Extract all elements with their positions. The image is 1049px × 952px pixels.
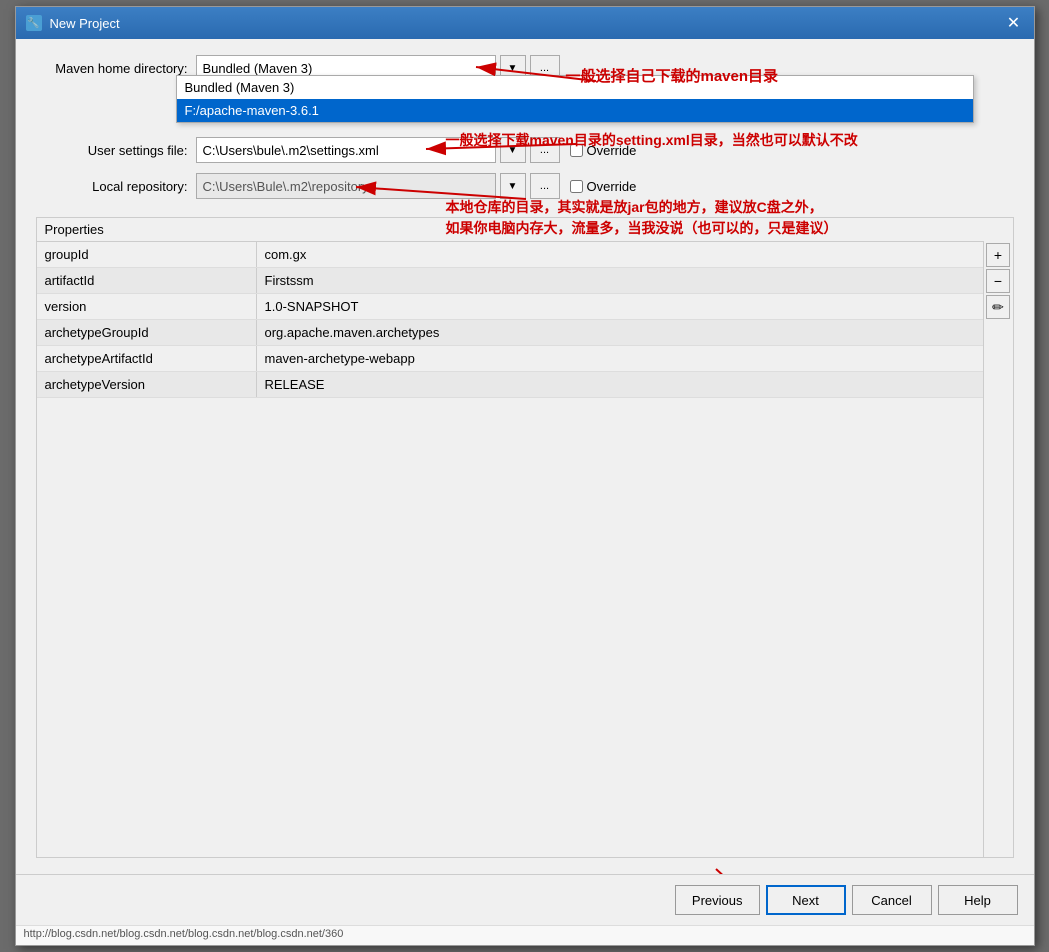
dropdown-item-apache[interactable]: F:/apache-maven-3.6.1 (177, 99, 973, 122)
user-settings-override-checkbox[interactable] (570, 144, 583, 157)
prop-key-archetypeartifactid: archetypeArtifactId (37, 346, 257, 371)
add-property-button[interactable]: + (986, 243, 1010, 267)
prop-key-archetypegroupid: archetypeGroupId (37, 320, 257, 345)
table-row: archetypeArtifactId maven-archetype-weba… (37, 346, 983, 372)
local-repo-input-group: ▼ ... Override (196, 173, 1014, 199)
previous-button[interactable]: Previous (675, 885, 760, 915)
user-settings-override: Override (570, 143, 637, 158)
prop-value-version: 1.0-SNAPSHOT (257, 294, 983, 319)
new-project-dialog: 🔧 New Project ✕ 一般选择自己下载的maven目录 (15, 6, 1035, 946)
next-button[interactable]: Next (766, 885, 846, 915)
local-repo-label: Local repository: (36, 179, 196, 194)
properties-label: Properties (37, 218, 1013, 241)
user-settings-override-label: Override (587, 143, 637, 158)
dialog-body: 一般选择自己下载的maven目录 Maven home directory: ▼… (16, 39, 1034, 874)
maven-home-label: Maven home directory: (36, 61, 196, 76)
local-repo-dropdown-btn[interactable]: ▼ (500, 173, 526, 199)
dialog-title: New Project (50, 16, 120, 31)
close-button[interactable]: ✕ (1004, 13, 1024, 33)
title-bar-left: 🔧 New Project (26, 15, 120, 31)
cancel-button[interactable]: Cancel (852, 885, 932, 915)
props-toolbar: + − ✏ (983, 241, 1013, 857)
cancel-label: Cancel (871, 893, 911, 908)
user-settings-input-group: ▼ ... Override (196, 137, 1014, 163)
dialog-footer: Previous Next Cancel Help (16, 874, 1034, 925)
properties-section: Properties groupId com.gx artifactId Fir… (36, 217, 1014, 858)
prop-value-groupid: com.gx (257, 242, 983, 267)
app-icon: 🔧 (26, 15, 42, 31)
help-button[interactable]: Help (938, 885, 1018, 915)
prop-key-artifactid: artifactId (37, 268, 257, 293)
user-settings-browse-btn[interactable]: ... (530, 137, 560, 163)
prop-value-archetypeartifactid: maven-archetype-webapp (257, 346, 983, 371)
prop-key-groupid: groupId (37, 242, 257, 267)
dropdown-item-bundled[interactable]: Bundled (Maven 3) (177, 76, 973, 99)
prop-value-archetypeversion: RELEASE (257, 372, 983, 397)
prop-value-archetypegroupid: org.apache.maven.archetypes (257, 320, 983, 345)
title-bar: 🔧 New Project ✕ (16, 7, 1034, 39)
prop-key-version: version (37, 294, 257, 319)
local-repo-override: Override (570, 179, 637, 194)
local-repo-override-label: Override (587, 179, 637, 194)
properties-content: groupId com.gx artifactId Firstssm versi… (37, 241, 1013, 857)
help-label: Help (964, 893, 991, 908)
prop-key-archetypeversion: archetypeVersion (37, 372, 257, 397)
prop-value-artifactid: Firstssm (257, 268, 983, 293)
properties-table: groupId com.gx artifactId Firstssm versi… (37, 241, 983, 857)
user-settings-row: User settings file: ▼ ... Override (36, 137, 1014, 163)
user-settings-dropdown-btn[interactable]: ▼ (500, 137, 526, 163)
user-settings-input[interactable] (196, 137, 496, 163)
url-bar: http://blog.csdn.net/blog.csdn.net/blog.… (16, 925, 1034, 945)
local-repo-input[interactable] (196, 173, 496, 199)
next-label: Next (792, 893, 819, 908)
url-text: http://blog.csdn.net/blog.csdn.net/blog.… (24, 928, 344, 940)
table-row: archetypeVersion RELEASE (37, 372, 983, 398)
user-settings-label: User settings file: (36, 143, 196, 158)
table-row: groupId com.gx (37, 242, 983, 268)
edit-property-button[interactable]: ✏ (986, 295, 1010, 319)
local-repo-browse-btn[interactable]: ... (530, 173, 560, 199)
table-row: archetypeGroupId org.apache.maven.archet… (37, 320, 983, 346)
local-repo-override-checkbox[interactable] (570, 180, 583, 193)
remove-property-button[interactable]: − (986, 269, 1010, 293)
maven-home-dropdown: Bundled (Maven 3) F:/apache-maven-3.6.1 (176, 75, 974, 123)
table-row: version 1.0-SNAPSHOT (37, 294, 983, 320)
local-repo-row: Local repository: ▼ ... Override (36, 173, 1014, 199)
previous-label: Previous (692, 893, 743, 908)
table-row: artifactId Firstssm (37, 268, 983, 294)
